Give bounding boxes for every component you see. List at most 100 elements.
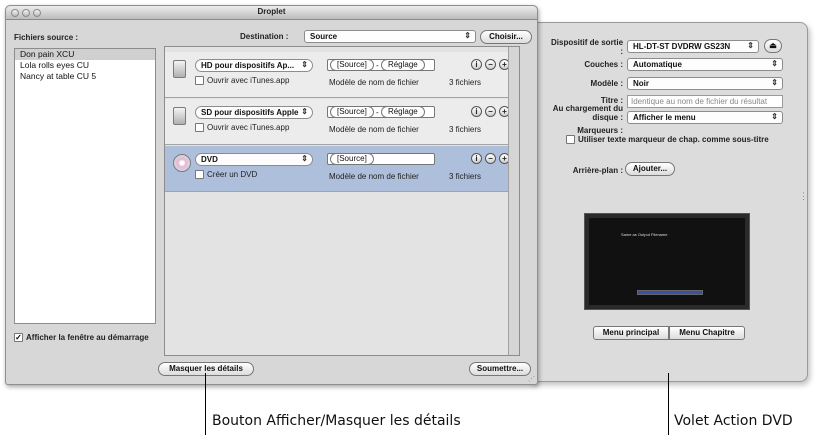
setting-token[interactable]: Réglage <box>380 59 425 71</box>
file-count: 3 fichiers <box>449 78 482 87</box>
popup-arrows-icon: ⇕ <box>301 154 308 163</box>
filename-template-field[interactable]: [Source] - Réglage <box>327 106 435 118</box>
title-bar[interactable]: Droplet <box>6 6 537 20</box>
show-at-startup-checkbox[interactable]: ✓ <box>14 333 23 343</box>
remove-button[interactable]: − <box>485 153 496 164</box>
job-list-scrollbar[interactable] <box>508 47 519 355</box>
markers-checkbox[interactable] <box>566 135 575 145</box>
drawer-resize-handle[interactable]: ⋮ <box>799 191 808 202</box>
destination-label: Destination : <box>240 32 289 41</box>
job-option[interactable]: Ouvrir avec iTunes.app <box>195 123 290 133</box>
job-checkbox[interactable] <box>195 76 204 86</box>
job-option[interactable]: Ouvrir avec iTunes.app <box>195 76 290 86</box>
markers-label: Marqueurs : <box>577 126 623 135</box>
popup-arrows-icon: ⇕ <box>747 41 754 50</box>
job-checkbox[interactable] <box>195 170 204 180</box>
job-checkbox-label: Créer un DVD <box>207 170 258 179</box>
remove-button[interactable]: − <box>485 59 496 70</box>
window-title: Droplet <box>257 7 286 16</box>
show-at-startup-label: Afficher la fenêtre au démarrage <box>26 333 149 342</box>
tab-chapter-menu[interactable]: Menu Chapitre <box>669 326 745 340</box>
title-placeholder: Identique au nom de fichier du résultat <box>631 97 768 106</box>
popup-arrows-icon: ⇕ <box>464 31 471 40</box>
droplet-window: Droplet Fichiers source : Destination : … <box>5 5 538 385</box>
source-token[interactable]: [Source] <box>330 153 374 165</box>
setting-value: SD pour dispositifs Apple <box>201 108 299 117</box>
setting-value: DVD <box>201 155 218 164</box>
submit-button[interactable]: Soumettre... <box>469 362 531 376</box>
resize-grip-icon[interactable]: ⋰ <box>528 375 535 383</box>
dvd-disc-icon <box>173 154 191 172</box>
info-icon: i <box>475 107 478 116</box>
preview-button-bar <box>637 290 703 295</box>
job-checkbox-label: Ouvrir avec iTunes.app <box>207 76 290 85</box>
job-row-selected[interactable]: DVD ⇕ [Source] i − + Créer un DVD Modèle… <box>165 146 510 192</box>
source-token[interactable]: [Source] <box>330 106 374 118</box>
hide-details-button[interactable]: Masquer les détails <box>158 362 254 376</box>
list-item[interactable]: Don pain XCU <box>15 49 155 60</box>
job-checkbox-label: Ouvrir avec iTunes.app <box>207 123 290 132</box>
callout-dvd-pane: Volet Action DVD <box>674 413 793 429</box>
remove-button[interactable]: − <box>485 106 496 117</box>
token-separator: - <box>376 108 379 117</box>
job-row[interactable]: SD pour dispositifs Apple ⇕ [Source] - R… <box>165 99 510 145</box>
model-value: Noir <box>633 79 649 88</box>
destination-popup[interactable]: Source ⇕ <box>304 30 476 43</box>
model-popup[interactable]: Noir ⇕ <box>627 77 783 90</box>
plus-icon: + <box>502 60 507 69</box>
device-popup[interactable]: HL-DT-ST DVDRW GS23N ⇕ <box>627 40 759 53</box>
callout-hide-details: Bouton Afficher/Masquer les détails <box>212 413 461 429</box>
device-label: Dispositif de sortie : <box>551 38 624 56</box>
dvd-action-pane: Dispositif de sortie : HL-DT-ST DVDRW GS… <box>530 22 808 382</box>
plus-icon: + <box>502 107 507 116</box>
info-button[interactable]: i <box>471 59 482 70</box>
info-icon: i <box>475 60 478 69</box>
template-label: Modèle de nom de fichier <box>329 172 419 181</box>
setting-popup[interactable]: DVD ⇕ <box>195 153 313 166</box>
disc-load-popup[interactable]: Afficher le menu ⇕ <box>627 111 783 124</box>
source-token[interactable]: [Source] <box>330 59 374 71</box>
setting-popup[interactable]: SD pour dispositifs Apple ⇕ <box>195 106 313 119</box>
setting-value: HD pour dispositifs Ap... <box>201 61 295 70</box>
template-label: Modèle de nom de fichier <box>329 78 419 87</box>
eject-icon: ⏏ <box>769 41 777 50</box>
menu-preview: Same as Output Filename <box>584 213 750 310</box>
filename-template-field[interactable]: [Source] <box>327 153 435 165</box>
eject-button[interactable]: ⏏ <box>764 39 782 53</box>
disc-load-label: Au chargement du disque : <box>552 104 623 122</box>
tab-main-menu[interactable]: Menu principal <box>593 326 669 340</box>
background-label: Arrière-plan : <box>572 166 623 175</box>
plus-icon: + <box>502 154 507 163</box>
model-label: Modèle : <box>590 79 623 88</box>
info-icon: i <box>475 154 478 163</box>
layers-popup[interactable]: Automatique ⇕ <box>627 58 783 71</box>
file-count: 3 fichiers <box>449 172 482 181</box>
setting-popup[interactable]: HD pour dispositifs Ap... ⇕ <box>195 59 313 72</box>
source-files-list[interactable]: Don pain XCU Lola rolls eyes CU Nancy at… <box>14 48 156 324</box>
template-label: Modèle de nom de fichier <box>329 125 419 134</box>
setting-token[interactable]: Réglage <box>380 106 425 118</box>
list-item[interactable]: Lola rolls eyes CU <box>15 60 155 71</box>
markers-option[interactable]: Utiliser texte marqueur de chap. comme s… <box>566 135 769 145</box>
title-field[interactable]: Identique au nom de fichier du résultat <box>627 95 783 108</box>
info-button[interactable]: i <box>471 106 482 117</box>
list-item[interactable]: Nancy at table CU 5 <box>15 71 155 82</box>
job-checkbox[interactable] <box>195 123 204 133</box>
ipod-icon <box>173 107 186 125</box>
preview-title: Same as Output Filename <box>621 232 668 237</box>
popup-arrows-icon: ⇕ <box>301 60 308 69</box>
add-background-button[interactable]: Ajouter... <box>625 162 675 176</box>
choose-button[interactable]: Choisir... <box>480 30 532 44</box>
popup-arrows-icon: ⇕ <box>771 112 778 121</box>
callout-line-right <box>668 373 669 435</box>
job-list: HD pour dispositifs Ap... ⇕ [Source] - R… <box>164 46 520 356</box>
filename-template-field[interactable]: [Source] - Réglage <box>327 59 435 71</box>
layers-label: Couches : <box>584 60 623 69</box>
job-row[interactable]: HD pour dispositifs Ap... ⇕ [Source] - R… <box>165 52 510 98</box>
show-at-startup-option[interactable]: ✓ Afficher la fenêtre au démarrage <box>14 333 149 343</box>
info-button[interactable]: i <box>471 153 482 164</box>
ipod-icon <box>173 60 186 78</box>
job-option[interactable]: Créer un DVD <box>195 170 258 180</box>
markers-checkbox-label: Utiliser texte marqueur de chap. comme s… <box>578 135 769 144</box>
minus-icon: − <box>488 154 493 163</box>
